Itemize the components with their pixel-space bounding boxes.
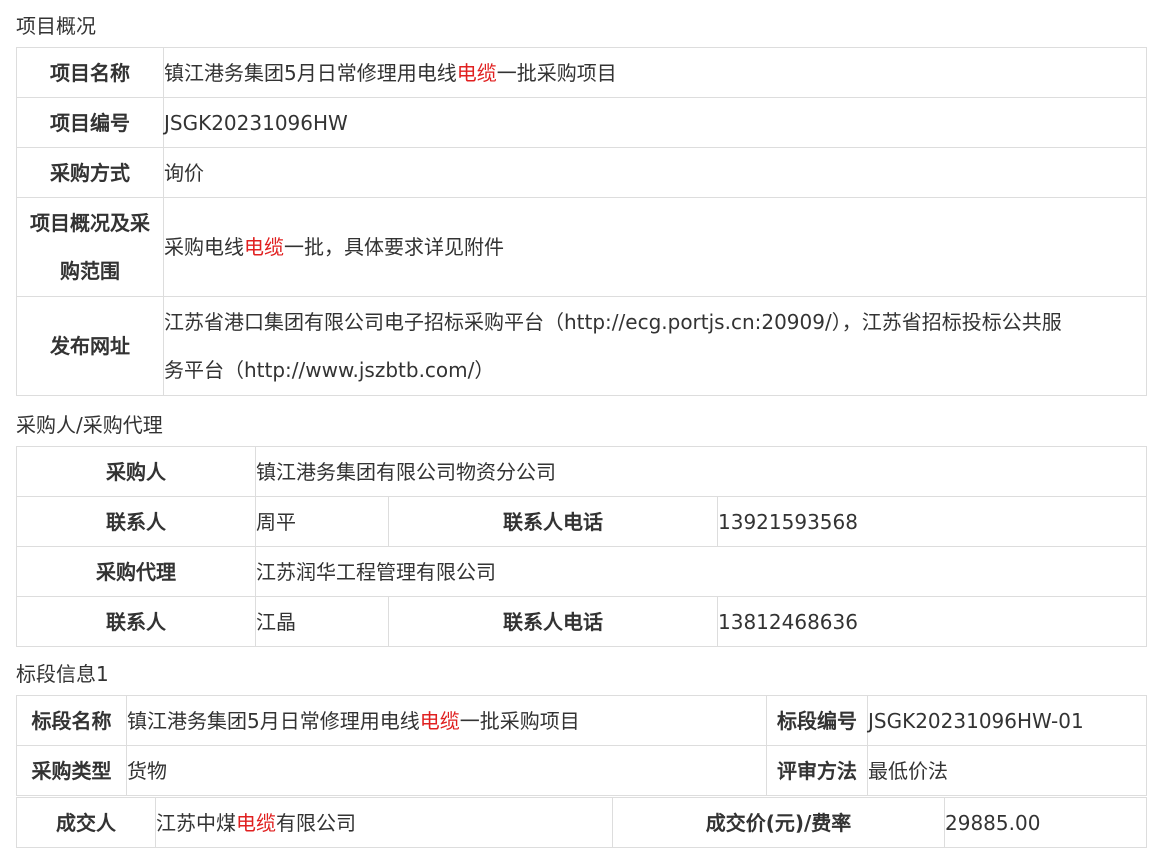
procurement-type-value: 货物 xyxy=(126,745,767,796)
lot-name-label: 标段名称 xyxy=(16,695,127,746)
winner-label: 成交人 xyxy=(16,797,156,848)
table-row: 项目编号 JSGK20231096HW xyxy=(16,97,1147,148)
winner-highlight: 电缆 xyxy=(236,810,276,835)
deal-price-value: 29885.00 xyxy=(944,797,1147,848)
agent-contact-label: 联系人 xyxy=(16,596,256,647)
project-name-label: 项目名称 xyxy=(16,47,164,98)
table-row: 采购类型 货物 评审方法 最低价法 xyxy=(16,745,1147,796)
agent-contact-value: 江晶 xyxy=(255,596,389,647)
buyer-phone-value: 13921593568 xyxy=(717,496,1147,547)
project-name-text-end: 一批采购项目 xyxy=(496,60,617,85)
buyer-value: 镇江港务集团有限公司物资分公司 xyxy=(255,446,1147,497)
buyer-contact-label: 联系人 xyxy=(16,496,256,547)
lot-table: 标段名称 镇江港务集团5月日常修理用电线电缆一批采购项目 标段编号 JSGK20… xyxy=(16,695,1147,796)
buyer-phone-label: 联系人电话 xyxy=(388,496,718,547)
procurement-method-value: 询价 xyxy=(163,147,1147,198)
table-row: 采购人 镇江港务集团有限公司物资分公司 xyxy=(16,446,1147,497)
project-name-highlight: 电缆 xyxy=(456,60,497,85)
project-scope-value: 采购电线电缆一批，具体要求详见附件 xyxy=(163,197,1147,297)
publish-url-value: 江苏省港口集团有限公司电子招标采购平台（http://ecg.portjs.cn… xyxy=(163,296,1147,396)
winner-table: 成交人 江苏中煤电缆有限公司 成交价(元)/费率 29885.00 xyxy=(16,797,1147,848)
lot-code-label: 标段编号 xyxy=(766,695,868,746)
publish-url-line1: 江苏省港口集团有限公司电子招标采购平台（http://ecg.portjs.cn… xyxy=(164,310,1062,334)
winner-text: 江苏中煤 xyxy=(156,810,236,835)
table-row: 联系人 周平 联系人电话 13921593568 xyxy=(16,496,1147,547)
project-scope-text-end: 一批，具体要求详见附件 xyxy=(284,235,504,259)
purchaser-table: 采购人 镇江港务集团有限公司物资分公司 联系人 周平 联系人电话 1392159… xyxy=(16,446,1147,647)
section-title-overview: 项目概况 xyxy=(16,14,96,38)
lot-code-value: JSGK20231096HW-01 xyxy=(867,695,1147,746)
procurement-method-label: 采购方式 xyxy=(16,147,164,198)
project-name-text: 镇江港务集团5月日常修理用电线 xyxy=(164,60,457,85)
agent-phone-label: 联系人电话 xyxy=(388,596,718,647)
project-code-value: JSGK20231096HW xyxy=(163,97,1147,148)
lot-name-text: 镇江港务集团5月日常修理用电线 xyxy=(127,708,420,733)
overview-table: 项目名称 镇江港务集团5月日常修理用电线电缆一批采购项目 项目编号 JSGK20… xyxy=(16,47,1147,396)
lot-name-text-end: 一批采购项目 xyxy=(459,708,580,733)
evaluation-method-label: 评审方法 xyxy=(766,745,868,796)
publish-url-label: 发布网址 xyxy=(16,296,164,396)
publish-url-line2: 务平台（http://www.jszbtb.com/） xyxy=(164,358,495,382)
winner-text-end: 有限公司 xyxy=(276,810,356,835)
project-scope-highlight: 电缆 xyxy=(244,235,284,259)
winner-value: 江苏中煤电缆有限公司 xyxy=(155,797,613,848)
buyer-label: 采购人 xyxy=(16,446,256,497)
project-code-label: 项目编号 xyxy=(16,97,164,148)
project-scope-text: 采购电线 xyxy=(164,235,244,259)
table-row: 采购代理 江苏润华工程管理有限公司 xyxy=(16,546,1147,597)
project-scope-label: 项目概况及采 购范围 xyxy=(16,197,164,297)
project-scope-label-line1: 项目概况及采 xyxy=(30,211,150,235)
evaluation-method-value: 最低价法 xyxy=(867,745,1147,796)
project-name-value: 镇江港务集团5月日常修理用电线电缆一批采购项目 xyxy=(163,47,1147,98)
section-title-purchaser: 采购人/采购代理 xyxy=(16,413,163,437)
table-row: 成交人 江苏中煤电缆有限公司 成交价(元)/费率 29885.00 xyxy=(16,797,1147,848)
table-row: 项目名称 镇江港务集团5月日常修理用电线电缆一批采购项目 xyxy=(16,47,1147,98)
buyer-contact-value: 周平 xyxy=(255,496,389,547)
project-scope-label-line2: 购范围 xyxy=(60,259,120,283)
agent-value: 江苏润华工程管理有限公司 xyxy=(255,546,1147,597)
table-row: 项目概况及采 购范围 采购电线电缆一批，具体要求详见附件 xyxy=(16,197,1147,297)
table-row: 标段名称 镇江港务集团5月日常修理用电线电缆一批采购项目 标段编号 JSGK20… xyxy=(16,695,1147,746)
lot-name-highlight: 电缆 xyxy=(419,708,460,733)
table-row: 联系人 江晶 联系人电话 13812468636 xyxy=(16,596,1147,647)
deal-price-label: 成交价(元)/费率 xyxy=(612,797,945,848)
agent-label: 采购代理 xyxy=(16,546,256,597)
agent-phone-value: 13812468636 xyxy=(717,596,1147,647)
lot-name-value: 镇江港务集团5月日常修理用电线电缆一批采购项目 xyxy=(126,695,767,746)
section-title-lot: 标段信息1 xyxy=(16,662,109,686)
table-row: 发布网址 江苏省港口集团有限公司电子招标采购平台（http://ecg.port… xyxy=(16,296,1147,396)
table-row: 采购方式 询价 xyxy=(16,147,1147,198)
procurement-type-label: 采购类型 xyxy=(16,745,127,796)
